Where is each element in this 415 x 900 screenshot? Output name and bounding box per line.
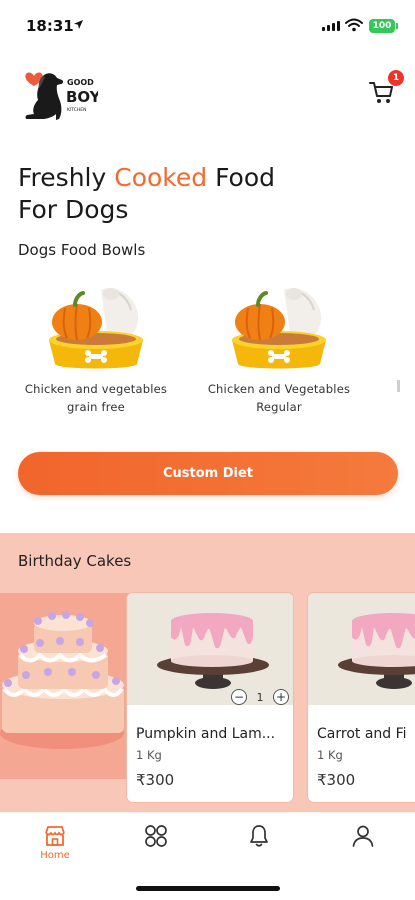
product-name: Carrot and Fi	[317, 726, 407, 742]
cake-product-card[interactable]: − 1 + Pumpkin and Lam... 1 Kg ₹300	[126, 592, 294, 803]
bowl-item[interactable]: Chicken and Vegetables Regular	[199, 282, 359, 416]
home-indicator	[136, 886, 280, 891]
increment-button[interactable]: +	[273, 689, 289, 705]
cake-banner-image	[0, 593, 132, 779]
bowl-name: Chicken and vegetables grain free	[24, 382, 168, 414]
product-price: ₹300	[136, 771, 175, 789]
status-time: 18:31	[26, 17, 74, 35]
bowls-section-title: Dogs Food Bowls	[18, 241, 146, 259]
food-bowl-image	[49, 288, 143, 369]
page-headline: Freshly Cooked Food For Dogs	[18, 162, 318, 226]
cake-product-card[interactable]: Carrot and Fi 1 Kg ₹300	[307, 592, 415, 803]
product-name: Pumpkin and Lam...	[136, 726, 276, 742]
location-arrow-icon	[74, 20, 83, 29]
nav-profile[interactable]	[333, 823, 393, 873]
cake-illustration	[308, 593, 415, 705]
custom-diet-button[interactable]: Custom Diet	[18, 452, 398, 495]
cake-product-image	[308, 593, 415, 705]
cakes-section-title: Birthday Cakes	[18, 552, 132, 570]
cellular-signal-icon	[322, 21, 340, 31]
birthday-cakes-section: Birthday Cakes − 1 + Pumpkin and Lam... …	[0, 533, 415, 813]
quantity-value: 1	[256, 690, 264, 704]
wifi-icon	[345, 18, 363, 32]
bowl-name: Chicken and Vegetables Regular	[207, 382, 351, 414]
headline-part1: Freshly	[18, 163, 115, 192]
product-weight: 1 Kg	[317, 748, 343, 762]
nav-notifications[interactable]	[229, 823, 289, 873]
battery-icon: 100	[369, 19, 398, 33]
user-icon	[352, 825, 374, 847]
quantity-stepper[interactable]: − 1 +	[231, 688, 289, 706]
cart-button[interactable]: 1	[366, 70, 404, 108]
grid-icon	[145, 825, 167, 847]
good-boy-logo: GOOD BOY KITCHEN	[25, 72, 98, 120]
bowl-item-peek	[397, 380, 400, 392]
nav-home[interactable]: Home	[25, 823, 85, 873]
headline-accent: Cooked	[114, 163, 208, 192]
product-price: ₹300	[317, 771, 356, 789]
food-bowl-image	[232, 288, 326, 369]
logo-text-kitchen: KITCHEN	[67, 107, 87, 113]
bowl-item[interactable]: Chicken and vegetables grain free	[16, 282, 176, 416]
product-weight: 1 Kg	[136, 748, 162, 762]
bell-icon	[250, 825, 268, 847]
nav-categories[interactable]	[126, 823, 186, 873]
logo-text-boy: BOY	[66, 88, 98, 106]
store-icon	[45, 826, 65, 846]
decrement-button[interactable]: −	[231, 689, 247, 705]
logo-text-good: GOOD	[67, 78, 94, 87]
status-bar: 18:31 100	[0, 0, 415, 54]
nav-home-label: Home	[40, 850, 70, 861]
cart-badge: 1	[388, 70, 404, 86]
